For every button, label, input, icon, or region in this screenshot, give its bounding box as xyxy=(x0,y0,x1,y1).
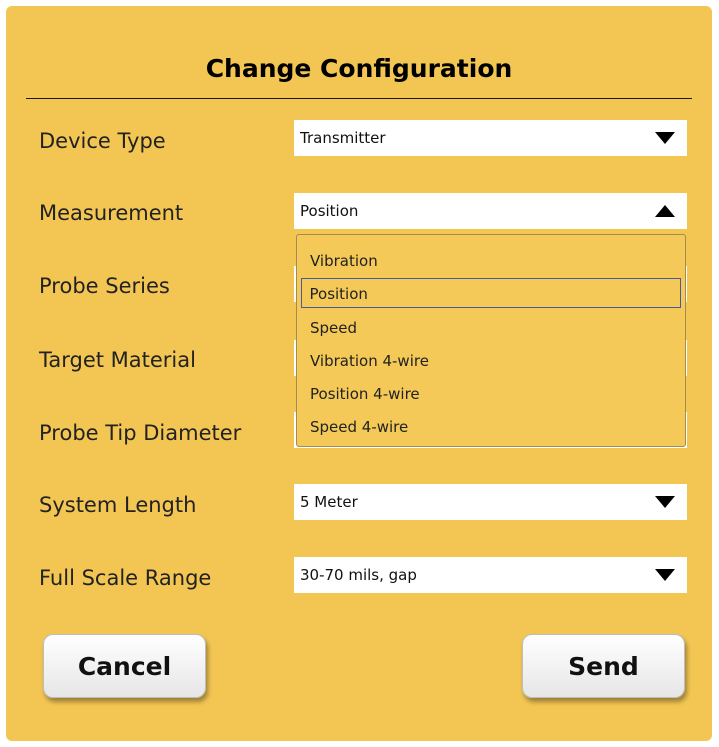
dialog-title: Change Configuration xyxy=(205,54,513,83)
triangle-up-icon[interactable] xyxy=(655,205,675,217)
full-scale-range-value: 30-70 mils, gap xyxy=(300,566,417,584)
system-length-label: System Length xyxy=(39,493,197,517)
title-divider xyxy=(26,98,692,99)
triangle-down-icon[interactable] xyxy=(655,569,675,581)
triangle-down-icon[interactable] xyxy=(655,132,675,144)
option-speed-4-wire[interactable]: Speed 4-wire xyxy=(301,411,681,441)
system-length-select[interactable]: 5 Meter xyxy=(294,484,687,520)
option-speed[interactable]: Speed xyxy=(301,312,681,342)
measurement-select[interactable]: Position xyxy=(294,193,687,229)
probe-series-label: Probe Series xyxy=(39,274,170,298)
measurement-label: Measurement xyxy=(39,201,184,225)
option-position-4-wire[interactable]: Position 4-wire xyxy=(301,378,681,408)
target-material-label: Target Material xyxy=(39,348,196,372)
cancel-button[interactable]: Cancel xyxy=(43,634,206,698)
change-configuration-dialog: Change Configuration Device Type Measure… xyxy=(6,6,712,741)
full-scale-range-select[interactable]: 30-70 mils, gap xyxy=(294,557,687,593)
probe-tip-diameter-label: Probe Tip Diameter xyxy=(39,421,242,445)
device-type-select[interactable]: Transmitter xyxy=(294,120,687,156)
system-length-value: 5 Meter xyxy=(300,493,358,511)
option-position[interactable]: Position xyxy=(301,278,681,308)
send-button[interactable]: Send xyxy=(522,634,685,698)
measurement-value: Position xyxy=(300,202,359,220)
device-type-value: Transmitter xyxy=(300,129,386,147)
measurement-dropdown-list: Vibration Position Speed Vibration 4-wir… xyxy=(296,234,686,447)
triangle-down-icon[interactable] xyxy=(655,496,675,508)
option-vibration-4-wire[interactable]: Vibration 4-wire xyxy=(301,345,681,375)
device-type-label: Device Type xyxy=(39,129,166,153)
option-vibration[interactable]: Vibration xyxy=(301,245,681,275)
full-scale-range-label: Full Scale Range xyxy=(39,566,212,590)
